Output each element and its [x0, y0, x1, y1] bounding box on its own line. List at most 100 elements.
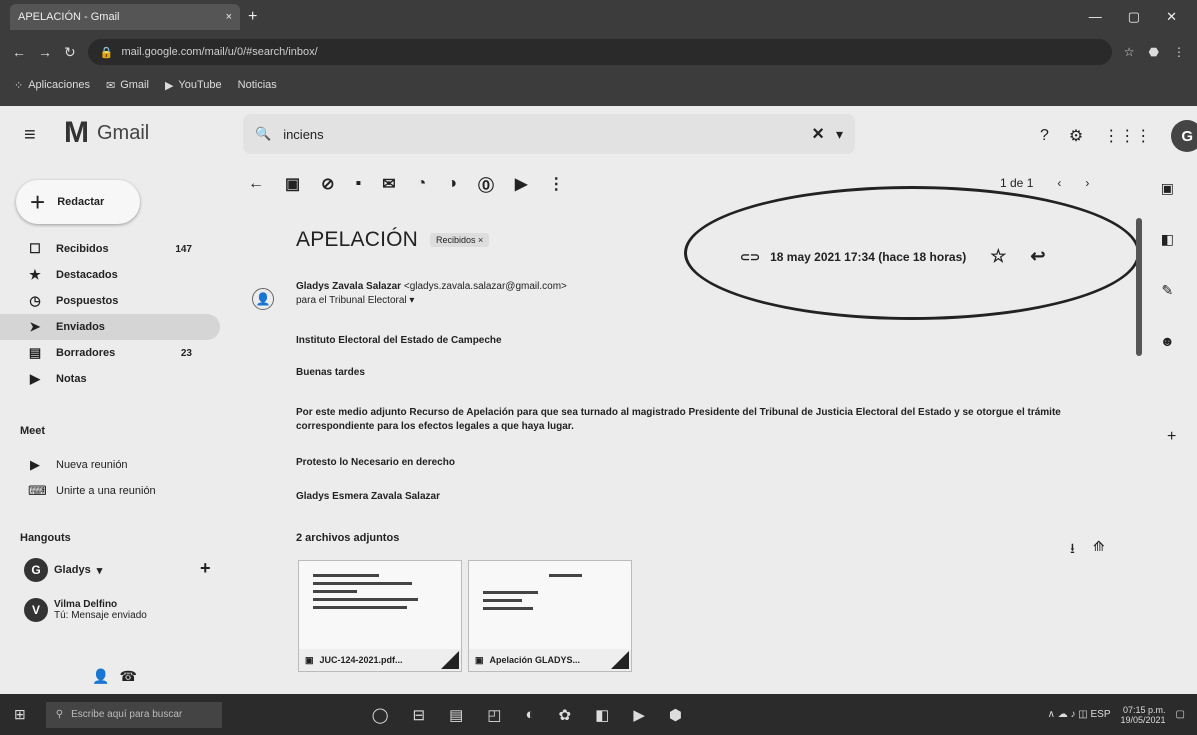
bookmark-youtube[interactable]: ▶ YouTube	[165, 79, 222, 92]
sender-name[interactable]: Gladys Zavala Salazar	[296, 281, 401, 292]
sidebar-item-sent[interactable]: ➤ Enviados	[0, 314, 220, 340]
bookmark-apps[interactable]: ⁘ Aplicaciones	[14, 79, 90, 92]
apps-grid-icon[interactable]: ⋮⋮⋮	[1103, 126, 1151, 146]
clear-search-icon[interactable]: ×	[812, 123, 824, 146]
delete-icon[interactable]: ▪	[356, 175, 362, 193]
hangouts-contact[interactable]: V Vilma Delfino Tú: Mensaje enviado	[24, 598, 147, 622]
clock-time: 07:15 p.m.	[1123, 704, 1166, 715]
snooze-icon[interactable]: ◔	[417, 175, 427, 193]
maximize-button[interactable]: ▢	[1128, 9, 1140, 25]
address-bar[interactable]: 🔒 mail.google.com/mail/u/0/#search/inbox…	[87, 39, 1112, 65]
back-nav-icon[interactable]: ←	[12, 44, 26, 60]
contacts-icon[interactable]: ☻	[1160, 333, 1175, 349]
browser-menu-icon[interactable]: ⋮	[1173, 45, 1185, 59]
archive-icon[interactable]: ▣	[285, 174, 300, 194]
app-icon[interactable]: ⬢	[669, 706, 682, 724]
sidebar-item-snoozed[interactable]: ◷ Pospuestos	[0, 288, 220, 314]
app-icon[interactable]: ▶	[633, 706, 645, 724]
gmail-logo[interactable]: M Gmail	[64, 116, 149, 150]
meet-section-title: Meet	[20, 425, 46, 437]
extensions-icon[interactable]: ⬣	[1149, 45, 1159, 59]
contact-status: Tú: Mensaje enviado	[54, 610, 147, 621]
bookmark-star-icon[interactable]: ☆	[1124, 45, 1135, 59]
inbox-label-chip[interactable]: Recibidos ×	[430, 233, 490, 247]
new-tab-button[interactable]: +	[248, 8, 257, 26]
subject-text: APELACIÓN	[296, 228, 419, 251]
person-icon[interactable]: 👤	[92, 668, 109, 685]
address-row: ← → ↻ 🔒 mail.google.com/mail/u/0/#search…	[0, 34, 1197, 70]
star-icon[interactable]: ☆	[990, 246, 1006, 267]
hangouts-section-title: Hangouts	[20, 532, 71, 544]
calendar-icon[interactable]: ▣	[1161, 180, 1174, 197]
search-icon[interactable]: 🔍	[255, 126, 271, 142]
to-line[interactable]: para el Tribunal Electoral ▾	[296, 294, 616, 308]
attachment-card[interactable]: ▣ Apelación GLADYS...	[468, 560, 632, 672]
search-options-icon[interactable]: ▾	[836, 126, 843, 143]
sidebar-item-drafts[interactable]: ▤ Borradores 23	[0, 340, 220, 366]
next-page-icon[interactable]: ›	[1085, 176, 1089, 190]
new-meeting-item[interactable]: ▶ Nueva reunión	[0, 452, 220, 478]
notifications-icon[interactable]: ▢	[1176, 709, 1185, 720]
phone-icon[interactable]: ☎	[119, 668, 136, 685]
taskbar-search-placeholder: Escribe aquí para buscar	[71, 709, 183, 720]
scrollbar[interactable]	[1136, 218, 1142, 356]
minimize-button[interactable]: —	[1089, 9, 1102, 25]
tab-close-icon[interactable]: ×	[226, 11, 232, 23]
forward-nav-icon[interactable]: →	[38, 44, 52, 60]
bookmark-news[interactable]: Noticias	[238, 79, 277, 91]
main-menu-icon[interactable]: ≡	[24, 124, 36, 147]
keyboard-icon: ⌨	[28, 483, 47, 498]
draft-count: 23	[180, 347, 192, 359]
close-window-button[interactable]: ✕	[1166, 9, 1177, 25]
account-avatar[interactable]: G	[1171, 120, 1197, 152]
attachment-card[interactable]: ▣ JUC-124-2021.pdf...	[298, 560, 462, 672]
app-icon[interactable]: ✿	[559, 706, 572, 724]
more-options-icon[interactable]: ⋮	[548, 174, 564, 194]
windows-start-icon[interactable]: ⊞	[14, 706, 26, 723]
attachment-preview	[483, 569, 593, 639]
chevron-down-icon[interactable]: ▾	[97, 564, 103, 577]
add-task-icon[interactable]: ◑	[447, 175, 457, 193]
search-input[interactable]: inciens	[283, 127, 323, 142]
taskbar-search[interactable]: ⚲ Escribe aquí para buscar	[45, 701, 222, 728]
mail-app-icon[interactable]: ▤	[449, 706, 463, 724]
help-icon[interactable]: ?	[1040, 127, 1049, 145]
app-icon[interactable]: ◧	[595, 706, 609, 724]
reload-icon[interactable]: ↻	[64, 44, 76, 61]
save-to-drive-icon[interactable]: ⟰	[1093, 538, 1105, 562]
sidebar-bottom-icons: 👤 ☎	[92, 668, 137, 685]
compose-button[interactable]: + Redactar	[16, 180, 140, 224]
unread-count: 147	[175, 243, 192, 255]
labels-icon[interactable]: ▶	[515, 174, 527, 194]
prev-page-icon[interactable]: ‹	[1057, 176, 1061, 190]
add-chat-icon[interactable]: +	[200, 558, 211, 579]
spam-icon[interactable]: ⊘	[321, 174, 334, 194]
cortana-icon[interactable]: ◯	[372, 706, 389, 724]
keep-icon[interactable]: ◧	[1161, 231, 1174, 248]
store-app-icon[interactable]: ◰	[487, 706, 501, 724]
add-addon-icon[interactable]: +	[1167, 428, 1176, 446]
sidebar-item-starred[interactable]: ★ Destacados	[0, 262, 220, 288]
tray-icons[interactable]: ∧ ☁ ♪ ◫ ESP	[1048, 709, 1111, 720]
contact-info: Vilma Delfino Tú: Mensaje enviado	[54, 599, 147, 621]
bookmark-gmail[interactable]: ✉ Gmail	[106, 79, 149, 92]
clock[interactable]: 07:15 p.m. 19/05/2021	[1121, 705, 1166, 725]
hangouts-user[interactable]: G Gladys ▾ +	[24, 558, 211, 582]
join-meeting-item[interactable]: ⌨ Unirte a una reunión	[0, 478, 220, 504]
back-arrow-icon[interactable]: ←	[248, 175, 264, 193]
mark-unread-icon[interactable]: ✉	[382, 174, 395, 194]
sidebar-item-inbox[interactable]: ☐ Recibidos 147	[0, 236, 220, 262]
tasks-icon[interactable]: ✎	[1162, 282, 1174, 299]
reply-icon[interactable]: ↩	[1030, 246, 1045, 267]
move-to-icon[interactable]: ⓪	[478, 172, 494, 196]
attachments-actions: ⭳ ⟰	[1070, 538, 1105, 562]
search-box[interactable]: 🔍 inciens × ▾	[243, 114, 855, 154]
window-controls: — ▢ ✕	[1089, 9, 1197, 25]
settings-gear-icon[interactable]: ⚙	[1069, 126, 1083, 146]
bookmark-label: Noticias	[237, 79, 277, 91]
sidebar-item-notes[interactable]: ▶ Notas	[0, 366, 220, 392]
browser-tab[interactable]: APELACIÓN - Gmail ×	[10, 4, 240, 30]
browser-app-icon[interactable]: ◐	[525, 706, 534, 724]
task-view-icon[interactable]: ⊟	[413, 706, 426, 724]
download-all-icon[interactable]: ⭳	[1070, 538, 1075, 562]
